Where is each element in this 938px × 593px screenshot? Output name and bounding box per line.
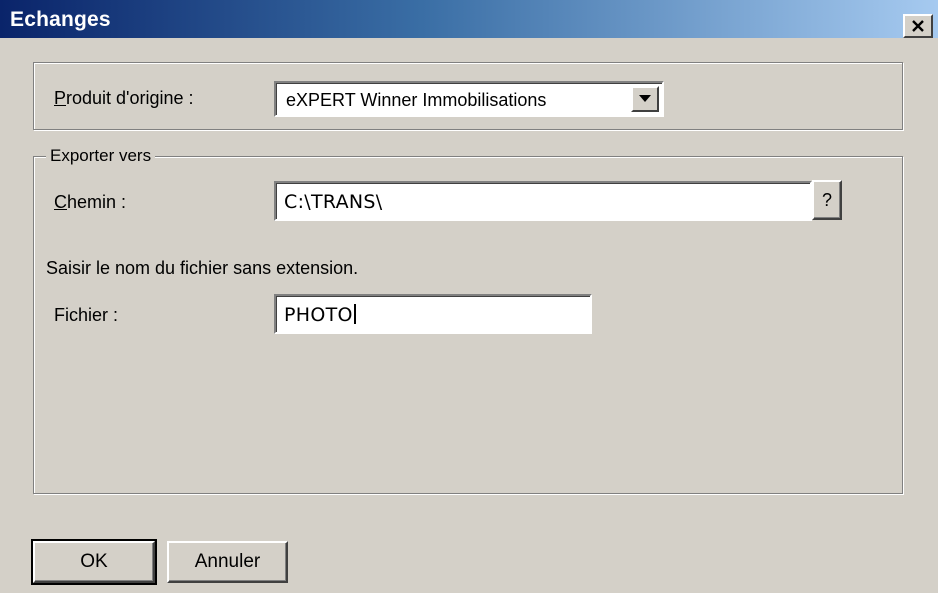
browse-button[interactable]: ? bbox=[812, 180, 842, 220]
chevron-down-icon bbox=[639, 95, 651, 102]
dropdown-button[interactable] bbox=[631, 86, 659, 112]
close-button[interactable] bbox=[903, 14, 933, 38]
window-title: Echanges bbox=[10, 8, 111, 31]
file-label: Fichier : bbox=[54, 305, 119, 325]
ok-button[interactable]: OK bbox=[31, 539, 157, 585]
source-product-selected: eXPERT Winner Immobilisations bbox=[286, 90, 547, 110]
path-value: C:\TRANS\ bbox=[284, 191, 383, 213]
source-product-select[interactable]: eXPERT Winner Immobilisations bbox=[274, 81, 664, 117]
source-product-label: Produit d'origine : bbox=[54, 88, 194, 108]
path-label: Chemin : bbox=[54, 192, 127, 212]
export-group-legend: Exporter vers bbox=[46, 146, 156, 166]
cancel-button[interactable]: Annuler bbox=[167, 541, 288, 583]
echanges-dialog: Echanges Produit d'origine : eXPERT Winn… bbox=[0, 0, 938, 593]
path-input[interactable]: C:\TRANS\ bbox=[274, 181, 812, 221]
title-bar[interactable]: Echanges bbox=[0, 0, 938, 38]
close-icon bbox=[912, 20, 924, 32]
file-input[interactable]: PHOTO bbox=[274, 294, 592, 334]
filename-hint: Saisir le nom du fichier sans extension. bbox=[46, 258, 359, 278]
file-value: PHOTO bbox=[284, 304, 356, 326]
text-caret bbox=[353, 304, 356, 324]
